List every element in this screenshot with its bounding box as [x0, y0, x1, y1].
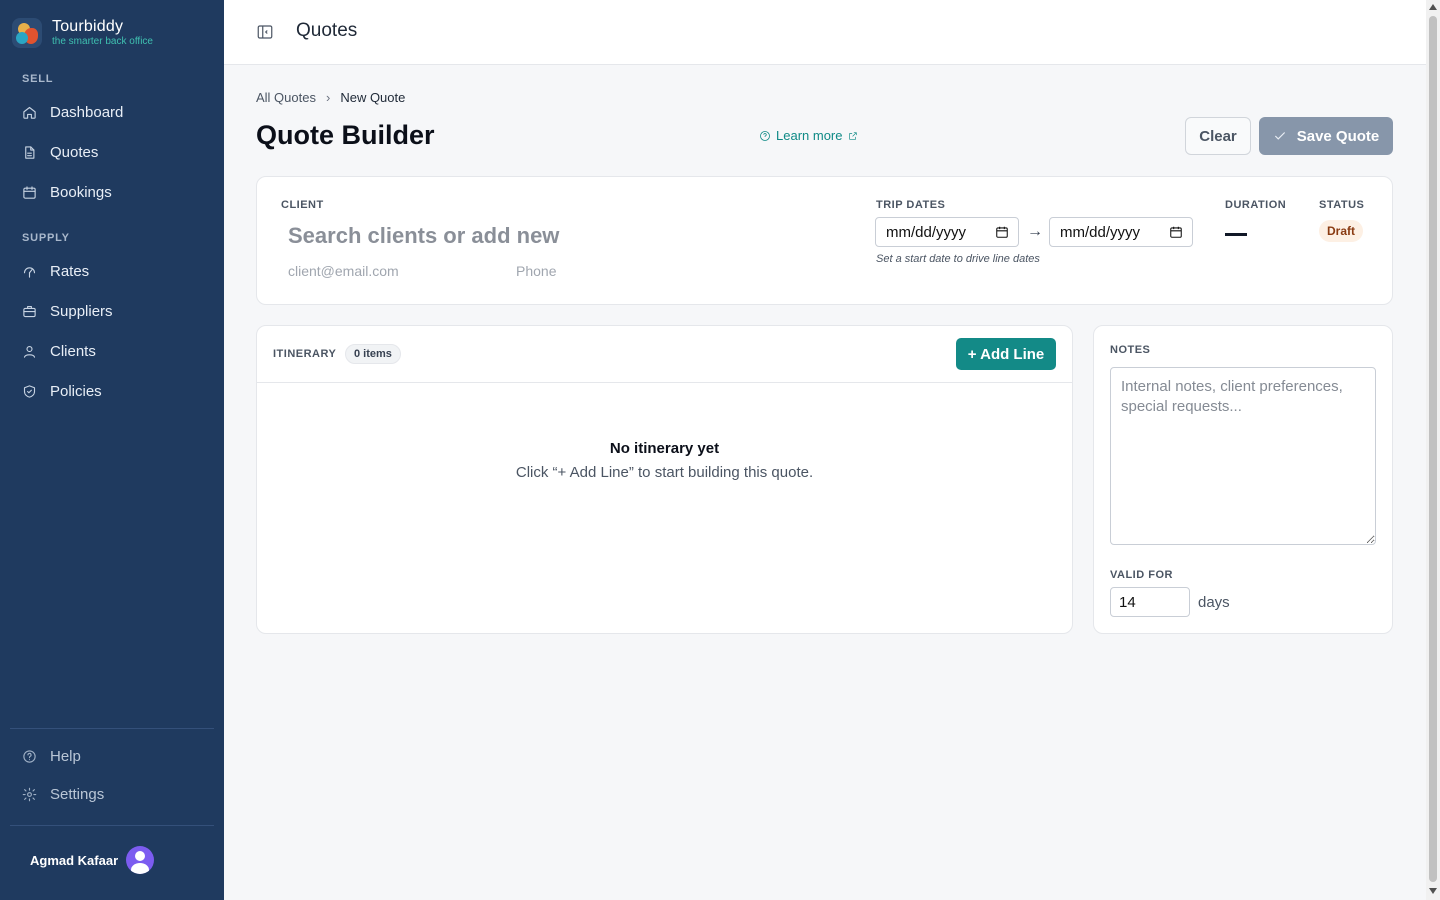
brand[interactable]: Tourbiddy the smarter back office: [12, 18, 153, 48]
status-label: STATUS: [1319, 199, 1365, 211]
document-icon: [25, 145, 35, 159]
chevron-right-icon: ›: [325, 90, 331, 105]
sidebar-item-label: Help: [50, 747, 81, 765]
check-icon: [1274, 132, 1285, 140]
client-email-field[interactable]: client@email.com: [288, 263, 498, 279]
sidebar-item-help[interactable]: Help: [22, 744, 81, 768]
sidebar-divider: [10, 728, 214, 729]
avatar[interactable]: [126, 846, 155, 874]
rates-icon: [23, 266, 36, 278]
calendar-icon: [23, 185, 36, 199]
sidebar-item-bookings[interactable]: Bookings: [22, 180, 112, 204]
topbar-title: Quotes: [296, 20, 358, 41]
client-phone-field[interactable]: Phone: [516, 263, 636, 279]
sidebar-item-clients[interactable]: Clients: [22, 339, 96, 363]
duration-value: [1225, 233, 1247, 236]
end-date-input[interactable]: mm/dd/yyyy: [1049, 217, 1193, 247]
users-icon: [23, 345, 36, 358]
sidebar-item-label: Quotes: [50, 143, 99, 161]
scroll-up-arrow-icon[interactable]: [1429, 4, 1437, 10]
gear-icon: [22, 787, 37, 801]
client-search-input[interactable]: Search clients or add new: [288, 223, 808, 249]
trip-dates-label: TRIP DATES: [876, 199, 946, 211]
external-link-icon: [849, 131, 858, 140]
sidebar: Tourbiddy the smarter back office SELL D…: [0, 0, 224, 900]
valid-for-label: VALID FOR: [1110, 569, 1173, 581]
brand-logo-icon: [12, 18, 42, 48]
sidebar-item-policies[interactable]: Policies: [22, 379, 102, 403]
user-menu[interactable]: Agmad Kafaar: [30, 846, 155, 874]
sidebar-item-dashboard[interactable]: Dashboard: [22, 100, 123, 124]
breadcrumb-current: New Quote: [340, 90, 406, 105]
valid-for-unit: days: [1198, 594, 1230, 611]
client-card: CLIENT Search clients or add new client@…: [256, 176, 1393, 305]
empty-state-subtitle: Click “+ Add Line” to start building thi…: [515, 464, 814, 481]
home-icon: [23, 106, 36, 119]
sidebar-item-label: Rates: [50, 262, 90, 280]
itinerary-divider: [257, 382, 1072, 383]
help-circle-icon: [760, 130, 770, 141]
itinerary-card: ITINERARY 0 items + Add Line No itinerar…: [256, 325, 1073, 634]
brand-tagline: the smarter back office: [52, 36, 153, 47]
sidebar-item-rates[interactable]: Rates: [22, 259, 89, 283]
brand-name: Tourbiddy: [52, 18, 124, 35]
sidebar-toggle-icon[interactable]: [256, 23, 274, 41]
sidebar-item-quotes[interactable]: Quotes: [22, 140, 98, 164]
user-name: Agmad Kafaar: [30, 852, 119, 868]
nav-section-supply: SUPPLY: [22, 232, 70, 244]
notes-textarea[interactable]: [1110, 367, 1376, 545]
notes-card: NOTES VALID FOR days: [1093, 325, 1393, 634]
start-date-value: mm/dd/yyyy: [886, 223, 967, 241]
itinerary-count-badge: 0 items: [345, 344, 401, 364]
learn-more-label: Learn more: [776, 128, 843, 143]
sidebar-item-label: Settings: [50, 785, 105, 803]
calendar-icon: [1170, 226, 1182, 238]
calendar-icon: [996, 226, 1008, 238]
valid-for-input[interactable]: [1110, 587, 1190, 617]
start-date-input[interactable]: mm/dd/yyyy: [875, 217, 1019, 247]
itinerary-label: ITINERARY: [273, 348, 337, 360]
breadcrumb-all-quotes[interactable]: All Quotes: [256, 90, 316, 105]
duration-label: DURATION: [1225, 199, 1287, 211]
sidebar-item-settings[interactable]: Settings: [22, 782, 104, 806]
save-quote-label: Save Quote: [1296, 127, 1380, 145]
scroll-down-arrow-icon[interactable]: [1429, 888, 1437, 894]
empty-state-title: No itinerary yet: [609, 440, 720, 457]
learn-more-link[interactable]: Learn more: [759, 128, 858, 143]
sidebar-item-suppliers[interactable]: Suppliers: [22, 299, 113, 323]
arrow-right-icon: →: [1027, 223, 1043, 240]
sidebar-item-label: Suppliers: [50, 302, 113, 320]
briefcase-icon: [23, 305, 36, 317]
shield-icon: [23, 384, 36, 398]
add-line-button[interactable]: + Add Line: [956, 338, 1056, 370]
status-badge: Draft: [1319, 220, 1364, 242]
topbar: Quotes: [224, 0, 1426, 65]
breadcrumb: All Quotes › New Quote: [256, 90, 405, 105]
dates-hint: Set a start date to drive line dates: [876, 253, 1040, 265]
end-date-value: mm/dd/yyyy: [1060, 223, 1141, 241]
client-label: CLIENT: [281, 199, 324, 211]
clear-button[interactable]: Clear: [1185, 117, 1251, 155]
help-icon: [23, 749, 36, 763]
sidebar-item-label: Dashboard: [50, 103, 124, 121]
sidebar-item-label: Clients: [50, 342, 96, 360]
save-quote-button[interactable]: Save Quote: [1259, 117, 1393, 155]
nav-section-sell: SELL: [22, 73, 54, 85]
page-scrollbar[interactable]: [1426, 0, 1440, 900]
page-title: Quote Builder: [256, 120, 435, 150]
sidebar-divider: [10, 825, 214, 826]
notes-label: NOTES: [1110, 344, 1151, 356]
scrollbar-thumb[interactable]: [1429, 16, 1437, 882]
sidebar-item-label: Bookings: [50, 183, 112, 201]
sidebar-item-label: Policies: [50, 382, 102, 400]
